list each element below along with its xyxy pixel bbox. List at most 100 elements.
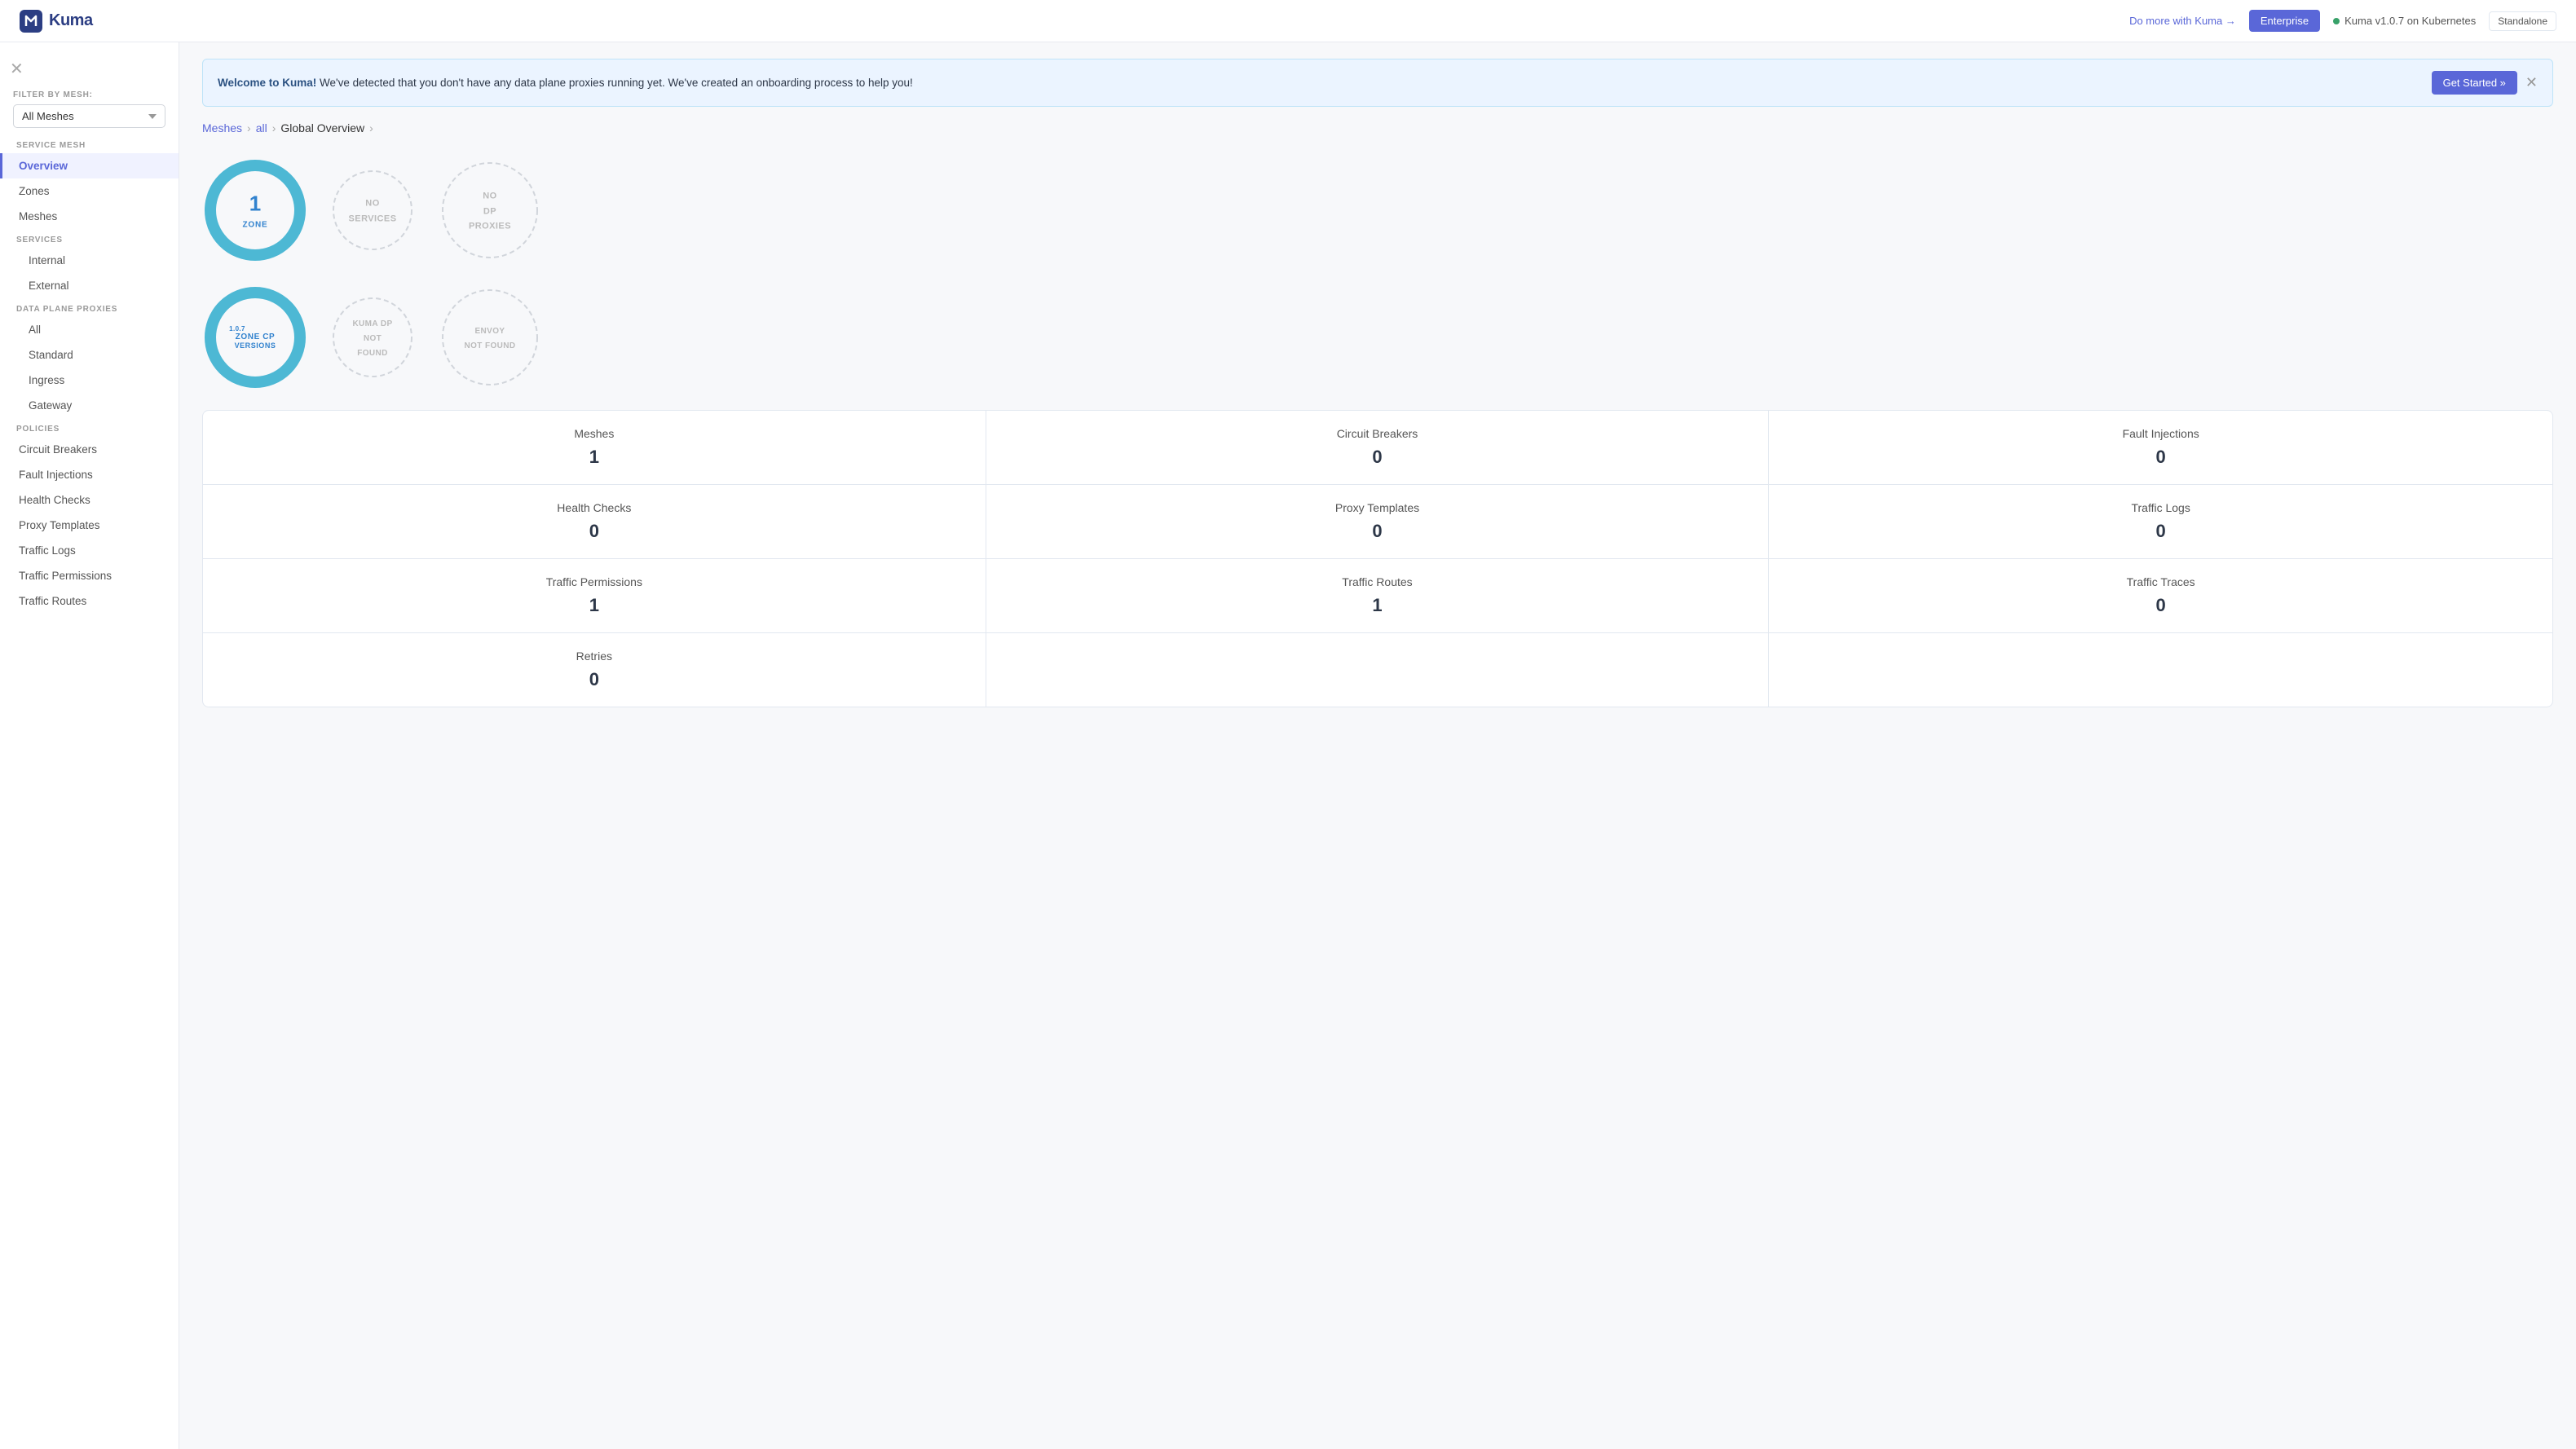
no-services-text: NOSERVICES	[349, 199, 397, 224]
stat-traffic-traces-label: Traffic Traces	[1789, 575, 2533, 588]
breadcrumb-sep2: ›	[272, 121, 276, 134]
version-text: Kuma v1.0.7 on Kubernetes	[2344, 15, 2476, 27]
sidebar-proxy-templates-text: Proxy Templates	[19, 519, 100, 531]
zone-txt: ZONE	[243, 221, 268, 230]
logo-area: Kuma	[20, 10, 93, 33]
sidebar-item-internal[interactable]: Internal	[0, 248, 179, 273]
standalone-badge: Standalone	[2489, 11, 2556, 31]
no-dp-proxies-label: NODP PROXIES	[464, 187, 517, 233]
banner-message: We've detected that you don't have any d…	[320, 77, 913, 89]
stat-traffic-routes-value: 1	[1006, 595, 1749, 616]
kuma-dp-container: KUMA DPNOT FOUND	[328, 293, 417, 382]
sidebar-item-external[interactable]: External	[0, 273, 179, 298]
stat-traffic-logs-value: 0	[1789, 521, 2533, 542]
stats-row-2: Health Checks 0 Proxy Templates 0 Traffi…	[203, 485, 2552, 559]
stat-traffic-traces-value: 0	[1789, 595, 2533, 616]
sidebar-gateway-text: Gateway	[29, 399, 72, 412]
stat-retries-label: Retries	[223, 650, 966, 663]
filter-section: FILTER BY MESH: All Meshes default	[0, 82, 179, 134]
envoy-container: ENVOYNOT FOUND	[437, 284, 543, 390]
zone-circle-label: 1 ZONE	[243, 192, 268, 230]
sidebar-ingress-text: Ingress	[29, 374, 64, 386]
content-area: 1 ZONE NOSERVICES	[179, 141, 2576, 730]
stats-row-3: Traffic Permissions 1 Traffic Routes 1 T…	[203, 559, 2552, 633]
zone-cp-text: ZONE CP	[235, 333, 276, 341]
sidebar-item-meshes[interactable]: Meshes	[0, 204, 179, 229]
stat-fault-injections-value: 0	[1789, 447, 2533, 468]
stat-proxy-templates-value: 0	[1006, 521, 1749, 542]
sidebar-item-traffic-permissions[interactable]: Traffic Permissions	[0, 563, 179, 588]
sidebar-item-ingress[interactable]: Ingress	[0, 368, 179, 393]
stat-traffic-permissions: Traffic Permissions 1	[203, 559, 986, 632]
zone-num: 1	[243, 192, 268, 217]
envoy-text: ENVOYNOT FOUND	[464, 327, 515, 350]
sidebar-health-checks-text: Health Checks	[19, 494, 90, 506]
sidebar-item-fault-injections[interactable]: Fault Injections	[0, 462, 179, 487]
stats-row-4: Retries 0	[203, 633, 2552, 707]
stat-circuit-breakers: Circuit Breakers 0	[986, 411, 1770, 484]
sidebar-item-zones[interactable]: Zones	[0, 178, 179, 204]
breadcrumb: Meshes › all › Global Overview ›	[179, 107, 2576, 141]
banner-close-button[interactable]: ✕	[2525, 74, 2538, 91]
sidebar-traffic-logs-text: Traffic Logs	[19, 544, 76, 557]
version-badge: Kuma v1.0.7 on Kubernetes	[2333, 15, 2476, 27]
breadcrumb-meshes[interactable]: Meshes	[202, 121, 242, 134]
stats-row-1: Meshes 1 Circuit Breakers 0 Fault Inject…	[203, 411, 2552, 485]
sidebar-item-traffic-routes[interactable]: Traffic Routes	[0, 588, 179, 614]
stat-health-checks-label: Health Checks	[223, 501, 966, 514]
stat-traffic-traces: Traffic Traces 0	[1769, 559, 2552, 632]
do-more-link[interactable]: Do more with Kuma →	[2129, 15, 2236, 27]
no-dp-proxies-container: NODP PROXIES	[437, 157, 543, 263]
no-dp-proxies-text: NODP PROXIES	[469, 191, 511, 231]
stat-health-checks-value: 0	[223, 521, 966, 542]
stat-empty-1	[986, 633, 1770, 707]
zone-circle-container: 1 ZONE	[202, 157, 308, 263]
stat-fault-injections: Fault Injections 0	[1769, 411, 2552, 484]
stat-traffic-logs: Traffic Logs 0	[1769, 485, 2552, 558]
services-label: SERVICES	[0, 229, 179, 248]
collapse-icon[interactable]: ✕	[10, 60, 24, 78]
zone-cp-label: 1.0.7 ZONE CP VERSIONS	[235, 325, 276, 350]
sidebar-external-text: External	[29, 280, 69, 292]
sidebar-item-gateway[interactable]: Gateway	[0, 393, 179, 418]
stat-empty-2	[1769, 633, 2552, 707]
stat-traffic-logs-label: Traffic Logs	[1789, 501, 2533, 514]
stat-traffic-permissions-label: Traffic Permissions	[223, 575, 966, 588]
breadcrumb-all[interactable]: all	[256, 121, 267, 134]
sidebar-traffic-permissions-text: Traffic Permissions	[19, 570, 112, 582]
kuma-dp-text: KUMA DPNOT FOUND	[352, 319, 392, 358]
sidebar-meshes-text: Meshes	[19, 210, 57, 222]
no-services-label: NOSERVICES	[349, 196, 397, 226]
breadcrumb-current: Global Overview	[280, 121, 364, 134]
banner-text: Welcome to Kuma! We've detected that you…	[218, 77, 2424, 89]
stat-traffic-permissions-value: 1	[223, 595, 966, 616]
sidebar-traffic-routes-text: Traffic Routes	[19, 595, 86, 607]
filter-label: FILTER BY MESH:	[13, 90, 165, 99]
sidebar-item-traffic-logs[interactable]: Traffic Logs	[0, 538, 179, 563]
envoy-label: ENVOYNOT FOUND	[464, 323, 515, 352]
logo-text: Kuma	[49, 11, 93, 30]
sidebar-item-proxy-templates[interactable]: Proxy Templates	[0, 513, 179, 538]
stat-health-checks: Health Checks 0	[203, 485, 986, 558]
no-services-container: NOSERVICES	[328, 165, 417, 255]
stat-meshes-value: 1	[223, 447, 966, 468]
stat-fault-injections-label: Fault Injections	[1789, 427, 2533, 440]
stats-grid: Meshes 1 Circuit Breakers 0 Fault Inject…	[202, 410, 2553, 707]
stat-circuit-breakers-value: 0	[1006, 447, 1749, 468]
sidebar-item-circuit-breakers[interactable]: Circuit Breakers	[0, 437, 179, 462]
sidebar-internal-text: Internal	[29, 254, 65, 266]
sidebar-item-overview[interactable]: Overview	[0, 153, 179, 178]
sidebar-standard-text: Standard	[29, 349, 73, 361]
circles-section: 1 ZONE NOSERVICES	[202, 141, 2553, 276]
sidebar-item-all[interactable]: All	[0, 317, 179, 342]
policies-label: POLICIES	[0, 418, 179, 437]
mesh-filter-select[interactable]: All Meshes default	[13, 104, 165, 128]
get-started-button[interactable]: Get Started »	[2432, 71, 2517, 95]
kuma-dp-label: KUMA DPNOT FOUND	[351, 315, 395, 359]
sidebar-item-standard[interactable]: Standard	[0, 342, 179, 368]
kuma-logo-icon	[20, 10, 42, 33]
breadcrumb-sep3: ›	[369, 121, 373, 134]
enterprise-button[interactable]: Enterprise	[2249, 10, 2320, 32]
sidebar-item-health-checks[interactable]: Health Checks	[0, 487, 179, 513]
main-content: Welcome to Kuma! We've detected that you…	[179, 42, 2576, 1449]
